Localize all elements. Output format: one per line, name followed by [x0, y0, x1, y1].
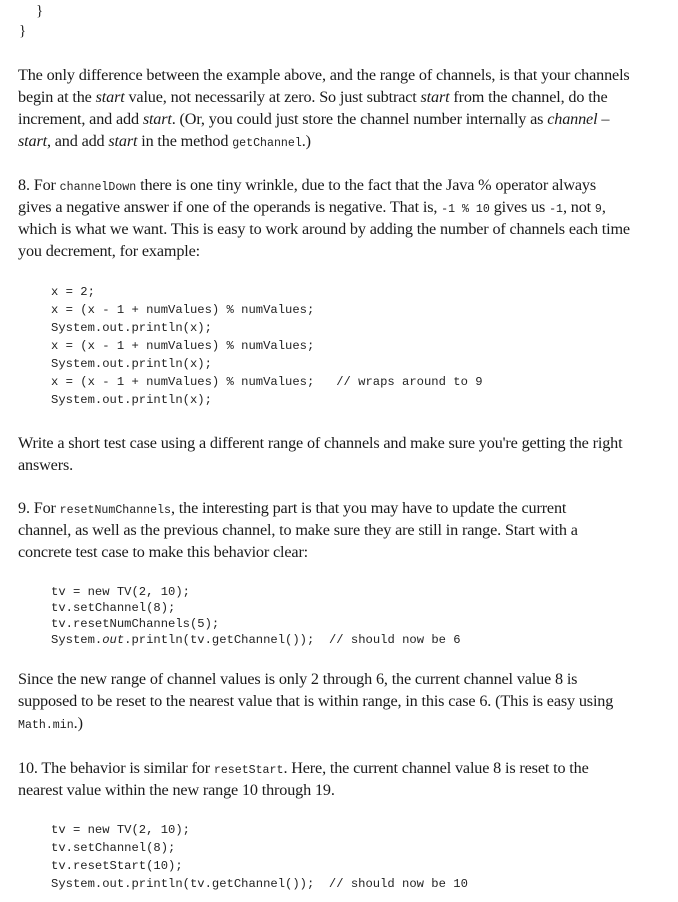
text-line: answers. — [18, 456, 73, 474]
text-line: gives a negative answer if one of the op… — [18, 198, 606, 216]
inline-code: getChannel — [232, 137, 302, 150]
text-line: which is what we want. This is easy to w… — [18, 220, 630, 238]
text-line: begin at the start value, not necessaril… — [18, 88, 608, 106]
text-line: Math.min.) — [18, 714, 83, 732]
inline-code: -1 % 10 — [441, 203, 490, 216]
code-outer-closing-brace: } — [19, 23, 27, 39]
inline-code: Math.min — [18, 719, 74, 732]
code-line: tv.resetStart(10); — [51, 859, 183, 873]
inline-code: resetNumChannels — [59, 504, 171, 517]
code-line: tv.setChannel(8); — [51, 601, 176, 615]
text-line: supposed to be reset to the nearest valu… — [18, 692, 614, 710]
code-line: System.out.println(x); — [51, 321, 212, 335]
code-line: tv = new TV(2, 10); — [51, 585, 190, 599]
inline-code: -1 — [549, 203, 563, 216]
code-line: System.out.println(x); — [51, 393, 212, 407]
code-inner-closing-brace: } — [36, 3, 44, 19]
code-line: tv = new TV(2, 10); — [51, 823, 190, 837]
text-line: concrete test case to make this behavior… — [18, 543, 309, 561]
code-line: tv.resetNumChannels(5); — [51, 617, 220, 631]
code-line: x = (x - 1 + numValues) % numValues; — [51, 303, 315, 317]
text-line: 9. For resetNumChannels, the interesting… — [18, 499, 567, 517]
text-line: Write a short test case using a differen… — [18, 434, 623, 452]
text-line: Since the new range of channel values is… — [18, 670, 578, 688]
code-line: x = (x - 1 + numValues) % numValues; // … — [51, 375, 483, 389]
text-line: start, and add start in the method getCh… — [18, 132, 311, 150]
inline-code: resetStart — [213, 764, 284, 777]
text-line: 8. For channelDown there is one tiny wri… — [18, 176, 597, 194]
text-line: The only difference between the example … — [18, 66, 630, 84]
code-line: System.out.println(x); — [51, 357, 212, 371]
code-line: System.out.println(tv.getChannel()); // … — [51, 877, 468, 891]
code-line: x = 2; — [51, 285, 95, 299]
text-line: 10. The behavior is similar for resetSta… — [18, 759, 589, 777]
code-line: System.out.println(tv.getChannel()); // … — [51, 633, 461, 647]
text-line: you decrement, for example: — [18, 242, 201, 260]
code-line: x = (x - 1 + numValues) % numValues; — [51, 339, 315, 353]
inline-code: channelDown — [59, 181, 137, 194]
inline-code: 9 — [594, 203, 602, 216]
text-line: increment, and add start. (Or, you could… — [18, 110, 610, 128]
text-line: channel, as well as the previous channel… — [18, 521, 578, 539]
text-line: nearest value within the new range 10 th… — [18, 781, 335, 799]
code-line: tv.setChannel(8); — [51, 841, 176, 855]
